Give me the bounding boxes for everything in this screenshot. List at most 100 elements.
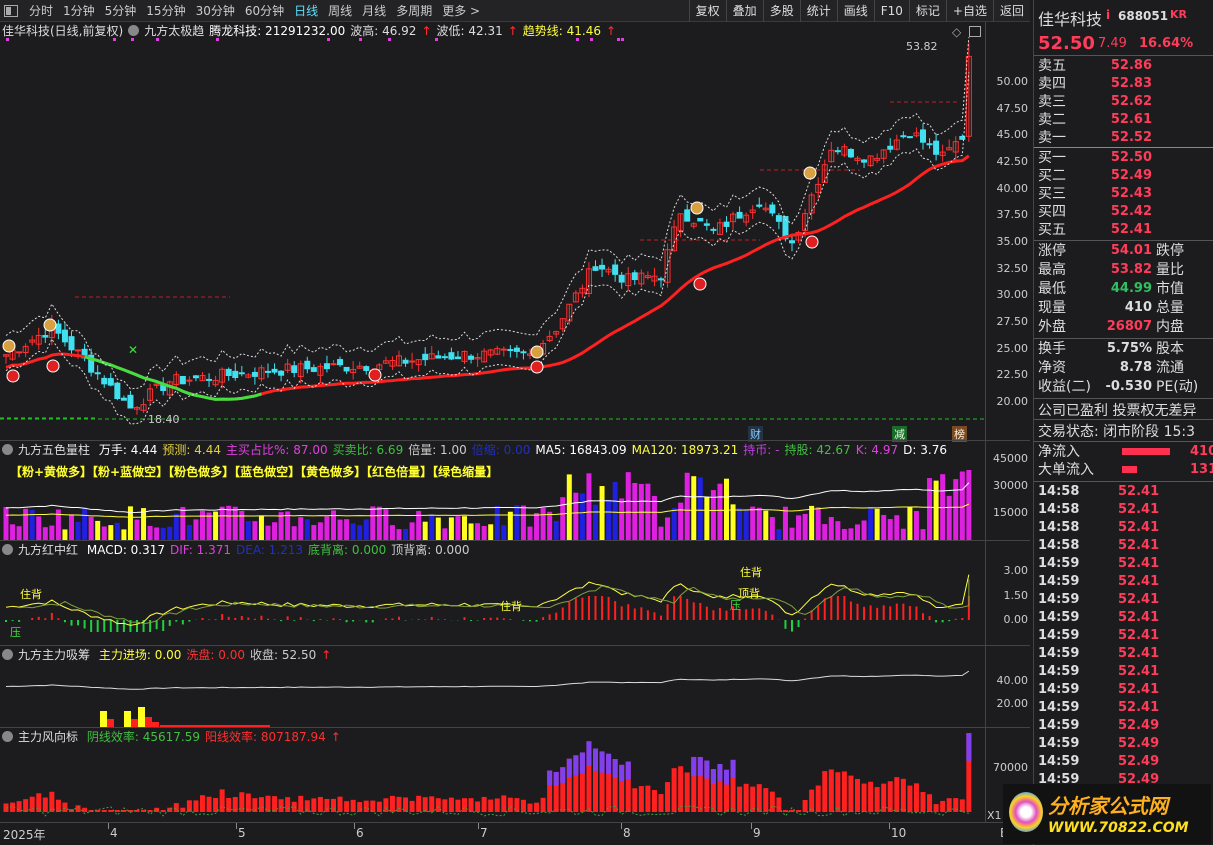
wind-bar	[416, 795, 422, 812]
vol-value: 持币: -	[743, 443, 780, 457]
volume-bar	[776, 529, 782, 540]
volume-bar	[226, 505, 232, 540]
date-tick	[108, 823, 109, 829]
wind-bar	[285, 797, 291, 812]
candle	[658, 278, 664, 281]
wind-bar	[789, 810, 795, 812]
vol-value: 万手: 4.44	[98, 443, 158, 457]
stat-value: 26807	[1106, 319, 1152, 334]
candle	[448, 352, 455, 360]
date-label: 7	[480, 826, 488, 840]
axis-label: 27.50	[996, 315, 1029, 328]
wind-bar	[861, 783, 867, 812]
trade-time: 14:58	[1038, 484, 1080, 499]
volume-bar	[566, 474, 572, 540]
candle	[179, 375, 186, 385]
wind-bar	[101, 810, 107, 812]
wind-bar	[927, 794, 933, 812]
axis-label: 37.50	[996, 208, 1029, 221]
kr-tag: KR	[1170, 8, 1187, 21]
wind-bar	[534, 802, 540, 812]
date-tick	[751, 823, 752, 829]
divider	[0, 727, 1030, 728]
wind-bar-purple	[730, 759, 736, 779]
volume-indicator-name[interactable]: 九方五色量柱	[18, 443, 90, 457]
wind-bar	[193, 800, 199, 812]
stat-label: 收益(二)	[1038, 379, 1091, 395]
date-label: 4	[110, 826, 118, 840]
macd-axis: 3.00 1.50 0.00	[986, 540, 1030, 645]
volume-bar	[494, 505, 500, 540]
wind-bar	[62, 802, 68, 812]
ask-row: 卖四 52.83	[1038, 75, 1213, 93]
volume-bar	[665, 517, 671, 540]
wind-bar	[900, 778, 906, 812]
chip-bar	[100, 711, 107, 727]
wind-bar	[802, 800, 808, 812]
chip-indicator-name[interactable]: 九方主力吸筹	[18, 648, 90, 662]
wind-bar	[658, 794, 664, 812]
wash-value: 洗盘: 0.00	[186, 648, 245, 662]
bid-label: 买一	[1038, 150, 1066, 166]
signal-dot	[617, 38, 620, 41]
trade-time: 14:59	[1038, 664, 1080, 679]
wind-bar-purple	[625, 761, 631, 780]
indicator-toggle-icon[interactable]	[2, 444, 13, 455]
axis-label: 25.00	[996, 342, 1029, 355]
wind-indicator-name[interactable]: 主力风向标	[18, 730, 78, 744]
indicator-toggle-icon[interactable]	[2, 544, 13, 555]
ask-label: 卖四	[1038, 76, 1066, 92]
candle	[402, 359, 409, 364]
info-icon[interactable]: i	[1106, 8, 1110, 22]
vol-value: 买卖比: 6.69	[332, 443, 404, 457]
toolbar-button[interactable]: 返回	[992, 0, 1030, 22]
stat-row: 现量 410 总量	[1038, 299, 1213, 317]
trade-time: 14:58	[1038, 502, 1080, 517]
volume-bar	[462, 516, 467, 540]
volume-bar	[507, 511, 513, 540]
flow-bar	[1122, 466, 1137, 473]
volume-bar	[62, 529, 68, 540]
volume-bar	[547, 511, 553, 540]
bid-row: 买一 52.50	[1038, 149, 1213, 167]
divider	[1034, 147, 1213, 148]
volume-header: 九方五色量柱 万手: 4.44 预测: 4.44 主买占比%: 87.00 买卖比: …	[2, 442, 952, 458]
volume-bar	[927, 478, 933, 540]
stat-label-right: 股本	[1156, 341, 1184, 357]
wind-bar	[815, 785, 821, 812]
volume-bar	[704, 496, 710, 540]
volume-bar	[475, 523, 481, 540]
ask-price: 52.52	[1110, 130, 1152, 145]
volume-bar	[337, 519, 343, 540]
wind-bar	[848, 775, 854, 812]
volume-bar	[920, 529, 926, 540]
candle	[422, 353, 429, 361]
wind-bar	[501, 795, 507, 812]
money-bag-icon	[43, 318, 57, 332]
candle	[920, 129, 926, 143]
volume-bar	[887, 519, 893, 540]
candle	[906, 136, 913, 139]
axis-label: 20.00	[996, 395, 1029, 408]
volume-bar	[684, 472, 690, 540]
trade-row: 14:59 52.41	[1038, 663, 1213, 681]
wind-bar	[448, 797, 454, 812]
indicator-toggle-icon[interactable]	[2, 649, 13, 660]
date-label: 9	[753, 826, 761, 840]
stat-label-right: 市值	[1156, 281, 1184, 297]
wind-bar-purple	[560, 767, 566, 783]
wind-bar	[317, 796, 323, 812]
vol-value: 倍缩: 0.00	[471, 443, 531, 457]
divider	[0, 645, 1030, 646]
flow-row: 净流入 410	[1038, 443, 1213, 461]
wind-bar	[475, 801, 481, 812]
axis-label: 3.00	[1003, 564, 1029, 577]
price-change: 7.49	[1098, 36, 1127, 51]
indicator-toggle-icon[interactable]	[2, 731, 13, 742]
macd-indicator-name[interactable]: 九方红中红	[18, 543, 78, 557]
trade-price: 52.41	[1118, 700, 1160, 715]
volume-bar	[619, 498, 625, 540]
candle	[271, 368, 278, 373]
bid-label: 买二	[1038, 168, 1066, 184]
trade-time: 14:59	[1038, 574, 1080, 589]
